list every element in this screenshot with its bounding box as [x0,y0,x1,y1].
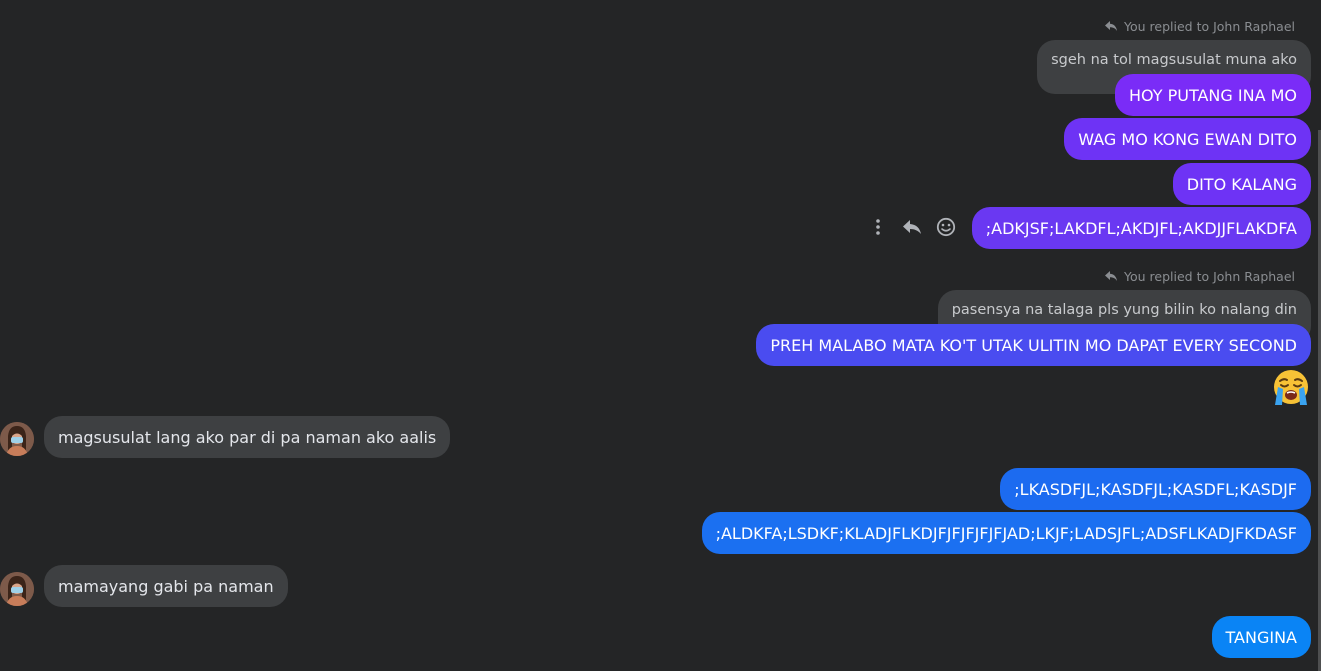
message-hover-actions [866,213,958,241]
reply-arrow-icon [1104,270,1118,282]
outgoing-message[interactable]: WAG MO KONG EWAN DITO [1064,118,1311,160]
avatar[interactable] [0,572,34,606]
reply-arrow-icon [1104,20,1118,32]
outgoing-message[interactable]: ;ADKJSF;LAKDFL;AKDJFL;AKDJJFLAKDFA [971,207,1311,249]
outgoing-message[interactable]: PREH MALABO MATA KO'T UTAK ULITIN MO DAP… [756,324,1311,366]
outgoing-message[interactable]: ;ALDKFA;LSDKF;KLADJFLKDJFJFJFJFJFJAD;LKJ… [701,512,1311,554]
incoming-message[interactable]: mamayang gabi pa naman [44,565,288,607]
reply-header: You replied to John Raphael [1104,17,1295,35]
message-thread: You replied to John Raphael sgeh na tol … [0,0,1321,671]
outgoing-message[interactable]: HOY PUTANG INA MO [1114,74,1311,116]
reply-header-label: You replied to John Raphael [1124,268,1295,284]
outgoing-message[interactable]: DITO KALANG [1172,163,1311,205]
reply-header-label: You replied to John Raphael [1124,18,1295,34]
more-icon[interactable] [866,215,890,239]
react-icon[interactable] [934,215,958,239]
reply-icon[interactable] [900,215,924,239]
incoming-message[interactable]: magsusulat lang ako par di pa naman ako … [44,416,451,458]
avatar[interactable] [0,422,34,456]
loudly-crying-face-icon[interactable] [1271,367,1311,407]
reply-header: You replied to John Raphael [1104,267,1295,285]
outgoing-message[interactable]: TANGINA [1211,616,1311,658]
outgoing-message[interactable]: ;LKASDFJL;KASDFJL;KASDFL;KASDJF [1000,468,1311,510]
